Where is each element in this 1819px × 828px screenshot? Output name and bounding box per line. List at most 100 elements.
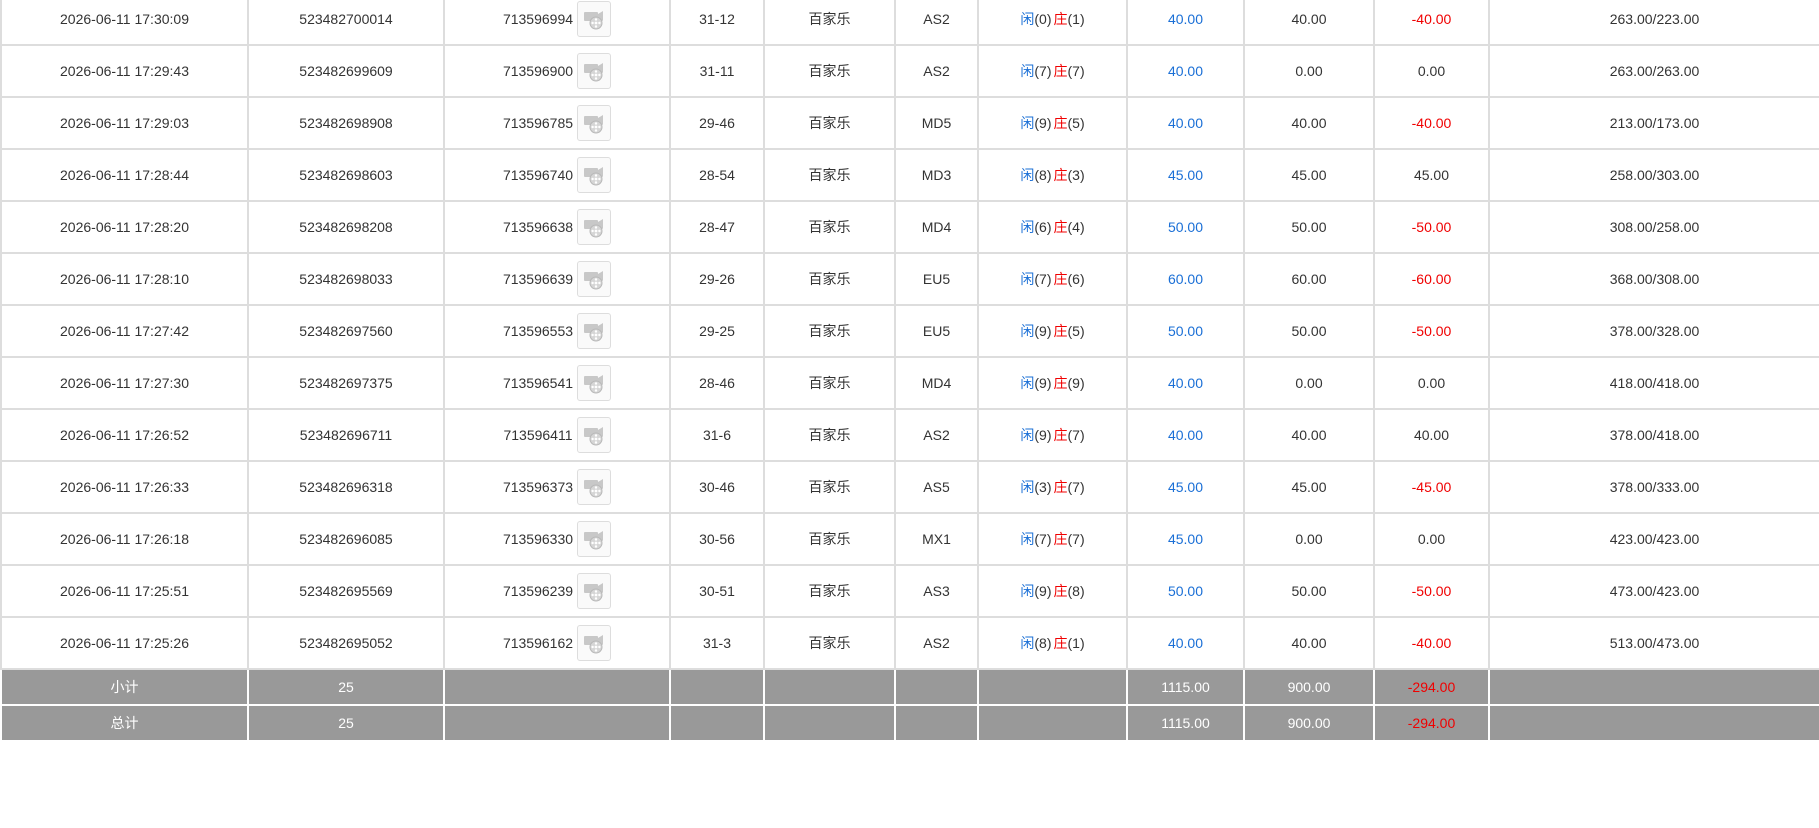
game-type: 百家乐 [763, 356, 896, 410]
game-result: 闲(9) 庄(7) [977, 408, 1128, 462]
game-id-cell: 713596541 [443, 356, 671, 410]
bet-time: 2026-06-11 17:29:03 [0, 96, 249, 150]
video-replay-button[interactable] [577, 157, 612, 193]
game-id: 713596162 [502, 635, 574, 651]
table-code: MD4 [894, 200, 979, 254]
table-code: AS5 [894, 460, 979, 514]
table-row: 2026-06-11 17:25:26 523482695052 7135961… [0, 616, 1819, 670]
order-id: 523482700014 [247, 0, 445, 46]
total-row-empty-cell [1488, 704, 1819, 742]
balance-before-after: 263.00/223.00 [1488, 0, 1819, 46]
video-replay-button[interactable] [577, 313, 612, 349]
valid-bet: 40.00 [1243, 96, 1375, 150]
video-replay-button[interactable] [577, 573, 612, 609]
game-id-cell: 713596373 [443, 460, 671, 514]
video-replay-button[interactable] [577, 469, 612, 505]
valid-bet: 45.00 [1243, 460, 1375, 514]
video-replay-button[interactable] [577, 365, 612, 401]
total-row-empty-cell [763, 704, 896, 742]
player-points: (3) [1034, 479, 1052, 495]
total-row-empty-cell [443, 704, 671, 742]
subtotal-row-win: -294.00 [1373, 668, 1490, 706]
subtotal-row-label: 小计 [0, 668, 249, 706]
game-type: 百家乐 [763, 408, 896, 462]
game-type: 百家乐 [763, 0, 896, 46]
video-replay-button[interactable] [577, 625, 612, 661]
game-result: 闲(9) 庄(9) [977, 356, 1128, 410]
bet-amount: 45.00 [1126, 148, 1245, 202]
video-replay-icon [584, 635, 604, 654]
banker-label: 庄 [1053, 167, 1068, 183]
round-number: 31-3 [669, 616, 765, 670]
game-result: 闲(7) 庄(6) [977, 252, 1128, 306]
video-replay-button[interactable] [577, 1, 612, 37]
video-replay-icon [584, 63, 604, 82]
balance-before-after: 368.00/308.00 [1488, 252, 1819, 306]
valid-bet: 0.00 [1243, 512, 1375, 566]
game-id: 713596541 [502, 375, 574, 391]
balance-before-after: 378.00/328.00 [1488, 304, 1819, 358]
game-id: 713596785 [502, 115, 574, 131]
table-code: EU5 [894, 304, 979, 358]
order-id: 523482697560 [247, 304, 445, 358]
player-points: (9) [1034, 323, 1052, 339]
table-code: AS2 [894, 616, 979, 670]
bet-amount: 40.00 [1126, 616, 1245, 670]
order-id: 523482698208 [247, 200, 445, 254]
order-id: 523482696711 [247, 408, 445, 462]
bet-amount: 40.00 [1126, 408, 1245, 462]
game-type: 百家乐 [763, 564, 896, 618]
round-number: 28-46 [669, 356, 765, 410]
total-row-empty-cell [669, 704, 765, 742]
table-row: 2026-06-11 17:28:44 523482698603 7135967… [0, 148, 1819, 202]
table-code: MD5 [894, 96, 979, 150]
table-code: EU5 [894, 252, 979, 306]
table-code: AS2 [894, 44, 979, 98]
game-result: 闲(7) 庄(7) [977, 44, 1128, 98]
subtotal-row-empty-cell [443, 668, 671, 706]
game-type: 百家乐 [763, 96, 896, 150]
round-number: 31-6 [669, 408, 765, 462]
bet-amount: 50.00 [1126, 564, 1245, 618]
bet-time: 2026-06-11 17:28:44 [0, 148, 249, 202]
valid-bet: 50.00 [1243, 304, 1375, 358]
video-replay-button[interactable] [577, 105, 612, 141]
bet-time: 2026-06-11 17:26:18 [0, 512, 249, 566]
banker-points: (7) [1067, 63, 1085, 79]
game-id: 713596639 [502, 271, 574, 287]
table-row: 2026-06-11 17:28:10 523482698033 7135966… [0, 252, 1819, 306]
video-replay-icon [584, 271, 604, 290]
win-loss: 0.00 [1373, 44, 1490, 98]
banker-points: (3) [1067, 167, 1085, 183]
table-code: MX1 [894, 512, 979, 566]
video-replay-icon [584, 375, 604, 394]
win-loss: 40.00 [1373, 408, 1490, 462]
player-label: 闲 [1020, 479, 1035, 495]
bet-time: 2026-06-11 17:28:10 [0, 252, 249, 306]
balance-before-after: 258.00/303.00 [1488, 148, 1819, 202]
bet-amount: 50.00 [1126, 200, 1245, 254]
subtotal-row-empty-cell [669, 668, 765, 706]
game-id-cell: 713596239 [443, 564, 671, 618]
table-row: 2026-06-11 17:25:51 523482695569 7135962… [0, 564, 1819, 618]
table-code: MD3 [894, 148, 979, 202]
bet-amount: 40.00 [1126, 0, 1245, 46]
game-id: 713596553 [502, 323, 574, 339]
player-label: 闲 [1020, 11, 1035, 27]
bet-amount: 45.00 [1126, 460, 1245, 514]
bet-time: 2026-06-11 17:27:30 [0, 356, 249, 410]
subtotal-row-empty-cell [763, 668, 896, 706]
order-id: 523482696318 [247, 460, 445, 514]
win-loss: -50.00 [1373, 564, 1490, 618]
video-replay-button[interactable] [577, 521, 612, 557]
player-label: 闲 [1020, 375, 1035, 391]
video-replay-button[interactable] [577, 209, 612, 245]
game-result: 闲(9) 庄(5) [977, 304, 1128, 358]
video-replay-button[interactable] [576, 417, 611, 453]
bet-time: 2026-06-11 17:25:26 [0, 616, 249, 670]
video-replay-button[interactable] [577, 261, 612, 297]
video-replay-button[interactable] [577, 53, 612, 89]
total-row-label: 总计 [0, 704, 249, 742]
banker-points: (7) [1067, 479, 1085, 495]
banker-label: 庄 [1053, 115, 1068, 131]
